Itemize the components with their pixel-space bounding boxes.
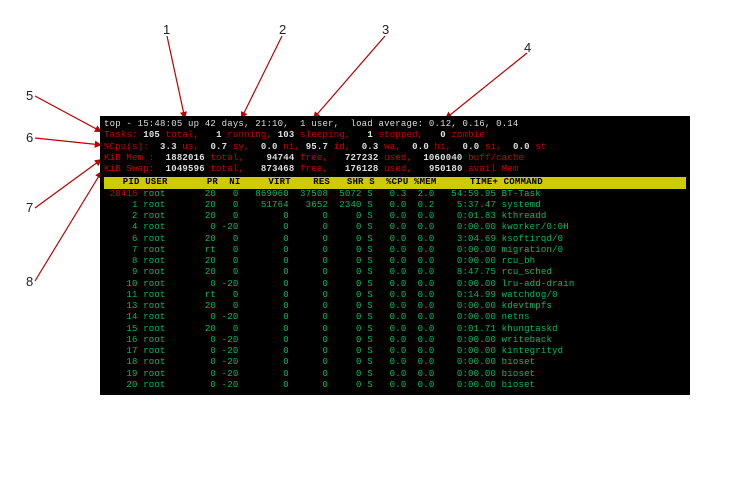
process-row: 17 root 0 -20 0 0 0 S 0.0 0.0 0:00.00 ki…: [104, 346, 686, 357]
terminal-window[interactable]: top - 15:48:05 up 42 days, 21:10, 1 user…: [100, 116, 690, 395]
process-row: 13 root 20 0 0 0 0 S 0.0 0.0 0:00.00 kde…: [104, 301, 686, 312]
annotation-3: 3: [382, 22, 389, 37]
process-row: 19 root 0 -20 0 0 0 S 0.0 0.0 0:00.00 bi…: [104, 369, 686, 380]
process-row: 10 root 0 -20 0 0 0 S 0.0 0.0 0:00.00 lr…: [104, 279, 686, 290]
process-row: 8 root 20 0 0 0 0 S 0.0 0.0 0:00.00 rcu_…: [104, 256, 686, 267]
process-row: 1 root 20 0 51764 3652 2340 S 0.0 0.2 5:…: [104, 200, 686, 211]
annotation-1: 1: [163, 22, 170, 37]
process-row: 7 root rt 0 0 0 0 S 0.0 0.0 0:00.00 migr…: [104, 245, 686, 256]
process-row: 4 root 0 -20 0 0 0 S 0.0 0.0 0:00.00 kwo…: [104, 222, 686, 233]
top-swap-line: KiB Swap: 1049596 total, 873468 free, 17…: [104, 164, 686, 175]
process-row: 28416 root 20 0 869060 37508 5072 S 0.3 …: [104, 189, 686, 200]
annotation-6: 6: [26, 130, 33, 145]
top-mem-line: KiB Mem : 1882016 total, 94744 free, 727…: [104, 153, 686, 164]
process-row: 11 root rt 0 0 0 0 S 0.0 0.0 0:14.99 wat…: [104, 290, 686, 301]
process-row: 14 root 0 -20 0 0 0 S 0.0 0.0 0:00.00 ne…: [104, 312, 686, 323]
process-row: 16 root 0 -20 0 0 0 S 0.0 0.0 0:00.00 wr…: [104, 335, 686, 346]
top-tasks-line: Tasks: 105 total, 1 running, 103 sleepin…: [104, 130, 686, 141]
annotation-4: 4: [524, 40, 531, 55]
process-row: 9 root 20 0 0 0 0 S 0.0 0.0 8:47.75 rcu_…: [104, 267, 686, 278]
top-cpu-line: %Cpu(s): 3.3 us, 0.7 sy, 0.0 ni, 95.7 id…: [104, 142, 686, 153]
process-row: 15 root 20 0 0 0 0 S 0.0 0.0 0:01.71 khu…: [104, 324, 686, 335]
process-row: 20 root 0 -20 0 0 0 S 0.0 0.0 0:00.00 bi…: [104, 380, 686, 391]
top-uptime-line: top - 15:48:05 up 42 days, 21:10, 1 user…: [104, 119, 686, 130]
process-row: 2 root 20 0 0 0 0 S 0.0 0.0 0:01.83 kthr…: [104, 211, 686, 222]
process-row: 6 root 20 0 0 0 0 S 0.0 0.0 3:04.69 ksof…: [104, 234, 686, 245]
annotation-2: 2: [279, 22, 286, 37]
annotation-5: 5: [26, 88, 33, 103]
process-row: 18 root 0 -20 0 0 0 S 0.0 0.0 0:00.00 bi…: [104, 357, 686, 368]
process-table-header: PID USER PR NI VIRT RES SHR S %CPU %MEM …: [104, 177, 686, 188]
process-table-body: 28416 root 20 0 869060 37508 5072 S 0.3 …: [104, 189, 686, 392]
annotation-7: 7: [26, 200, 33, 215]
annotation-8: 8: [26, 274, 33, 289]
